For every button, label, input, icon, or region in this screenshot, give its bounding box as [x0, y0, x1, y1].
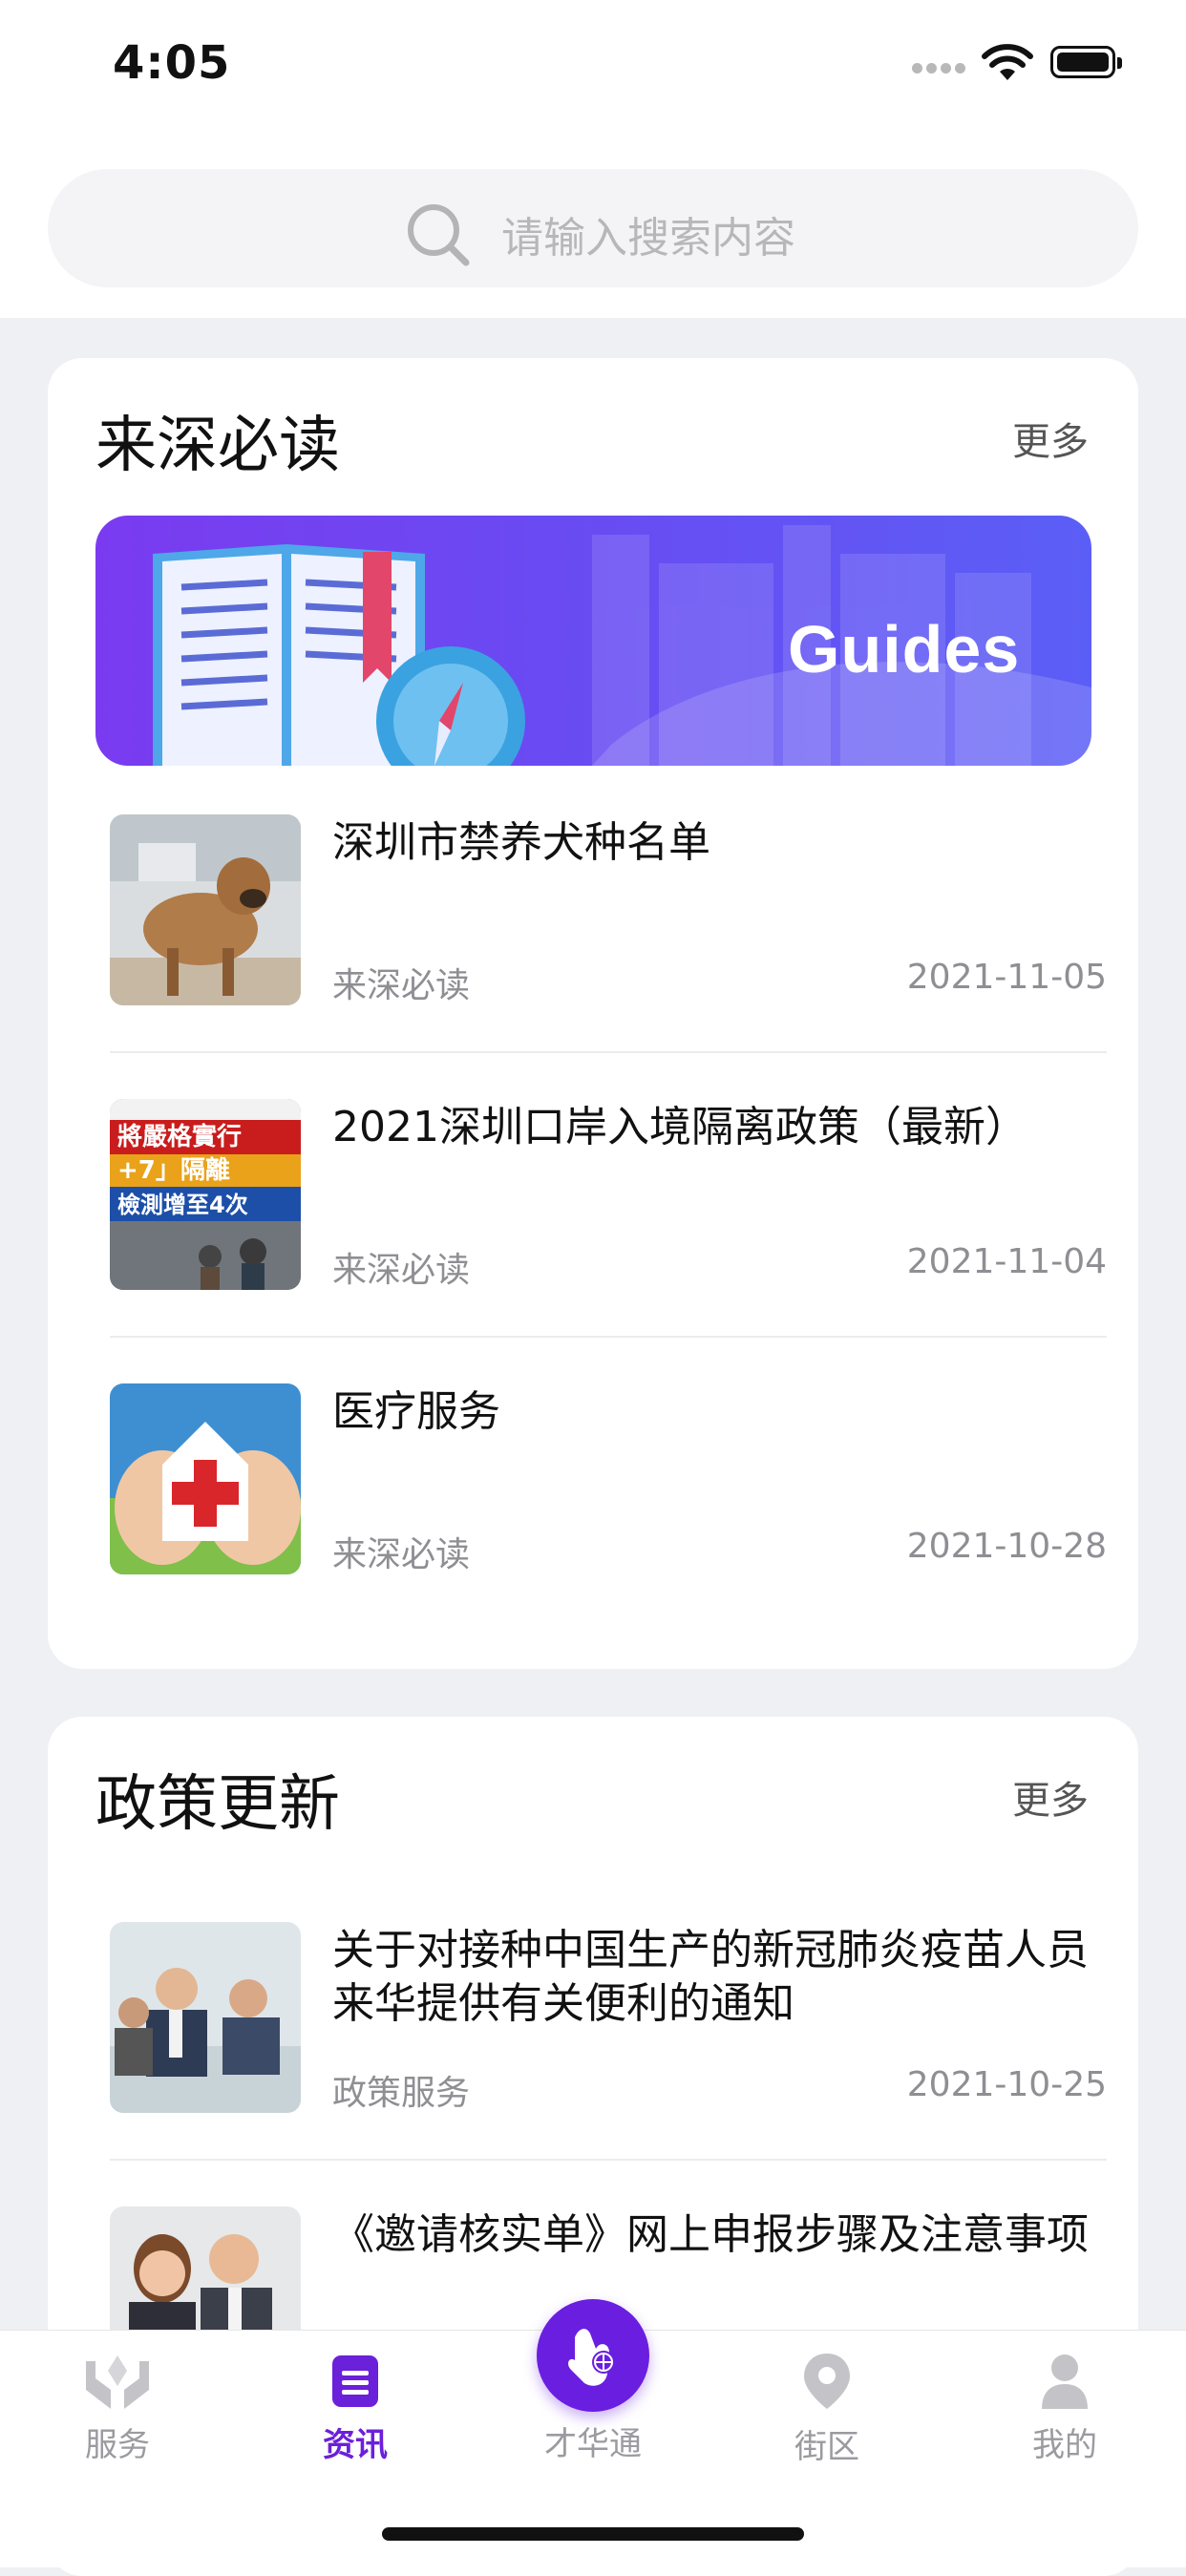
item-category: 来深必读	[332, 1251, 471, 1290]
dog-photo	[110, 814, 301, 1005]
divider	[110, 2159, 1107, 2161]
divider	[110, 1336, 1107, 1338]
svg-text:+7」隔離: +7」隔離	[117, 1155, 230, 1185]
tab-mine[interactable]: 我的	[988, 2352, 1141, 2465]
tab-label: 服务	[85, 2426, 150, 2464]
status-time: 4:05	[113, 36, 231, 90]
search-placeholder: 请输入搜索内容	[501, 214, 795, 263]
item-title: 关于对接种中国生产的新冠肺炎疫苗人员来华提供有关便利的通知	[332, 1926, 1089, 2028]
home-indicator	[382, 2527, 804, 2541]
list-item[interactable]: 深圳市禁养犬种名单 来深必读 2021-11-05	[110, 814, 1107, 1099]
item-category: 政策服务	[332, 2074, 471, 2113]
item-title: 医疗服务	[332, 1387, 500, 1436]
list-item[interactable]: 將嚴格實行 +7」隔離 檢測增至4次 2021深圳口岸入境隔离政策（最新） 来深…	[110, 1099, 1107, 1383]
divider	[110, 1051, 1107, 1053]
search-area: 请输入搜索内容	[0, 143, 1186, 318]
ok-hand-globe-icon	[568, 2329, 615, 2386]
search-icon	[408, 204, 470, 266]
section-title: 政策更新	[95, 1769, 340, 1840]
more-link[interactable]: 更多	[1012, 1769, 1089, 1825]
tab-news[interactable]: 资讯	[279, 2352, 432, 2465]
item-date: 2021-11-04	[906, 1242, 1107, 1281]
item-title: 《邀请核实单》网上申报步骤及注意事项	[332, 2210, 1089, 2259]
list-item[interactable]: 关于对接种中国生产的新冠肺炎疫苗人员来华提供有关便利的通知 政策服务 2021-…	[110, 1922, 1107, 2206]
must-read-card: 来深必读 更多 Guides 深圳市禁养犬种名单 来深必读 2021-11-05…	[48, 358, 1138, 1669]
svg-text:將嚴格實行: 將嚴格實行	[117, 1122, 242, 1151]
tab-service[interactable]: 服务	[41, 2352, 194, 2465]
status-bar: 4:05	[0, 0, 1186, 143]
list-item[interactable]: 医疗服务 来深必读 2021-10-28	[110, 1383, 1107, 1668]
tab-block[interactable]: 街区	[751, 2352, 903, 2467]
cellular-signal-icon	[912, 59, 969, 77]
tab-label: 街区	[794, 2428, 859, 2466]
business-meeting-photo	[110, 1922, 301, 2113]
medical-house-hands-photo	[110, 1383, 301, 1574]
hands-service-icon	[86, 2355, 149, 2409]
tab-label: 才华通	[544, 2425, 642, 2463]
tab-talent-center-button[interactable]	[537, 2299, 649, 2412]
item-category: 来深必读	[332, 966, 471, 1005]
item-date: 2021-10-28	[906, 1527, 1107, 1566]
guides-banner[interactable]: Guides	[95, 516, 1091, 766]
more-link[interactable]: 更多	[1012, 411, 1089, 466]
quarantine-news-photo: 將嚴格實行 +7」隔離 檢測增至4次	[110, 1099, 301, 1290]
wifi-icon	[982, 44, 1033, 80]
tab-label: 我的	[1032, 2426, 1097, 2464]
svg-text:檢測增至4次: 檢測增至4次	[117, 1192, 248, 1218]
battery-icon	[1050, 46, 1122, 78]
item-title: 深圳市禁养犬种名单	[332, 818, 710, 867]
person-icon	[1042, 2354, 1088, 2409]
section-title: 来深必读	[95, 411, 340, 481]
item-category: 来深必读	[332, 1535, 471, 1574]
item-title: 2021深圳口岸入境隔离政策（最新）	[332, 1103, 1027, 1151]
tab-label: 资讯	[323, 2426, 388, 2464]
search-input[interactable]: 请输入搜索内容	[48, 169, 1138, 287]
item-date: 2021-11-05	[906, 958, 1107, 997]
news-doc-icon	[332, 2355, 378, 2407]
map-pin-icon	[804, 2354, 850, 2409]
banner-text: Guides	[788, 612, 1021, 686]
item-date: 2021-10-25	[906, 2065, 1107, 2104]
